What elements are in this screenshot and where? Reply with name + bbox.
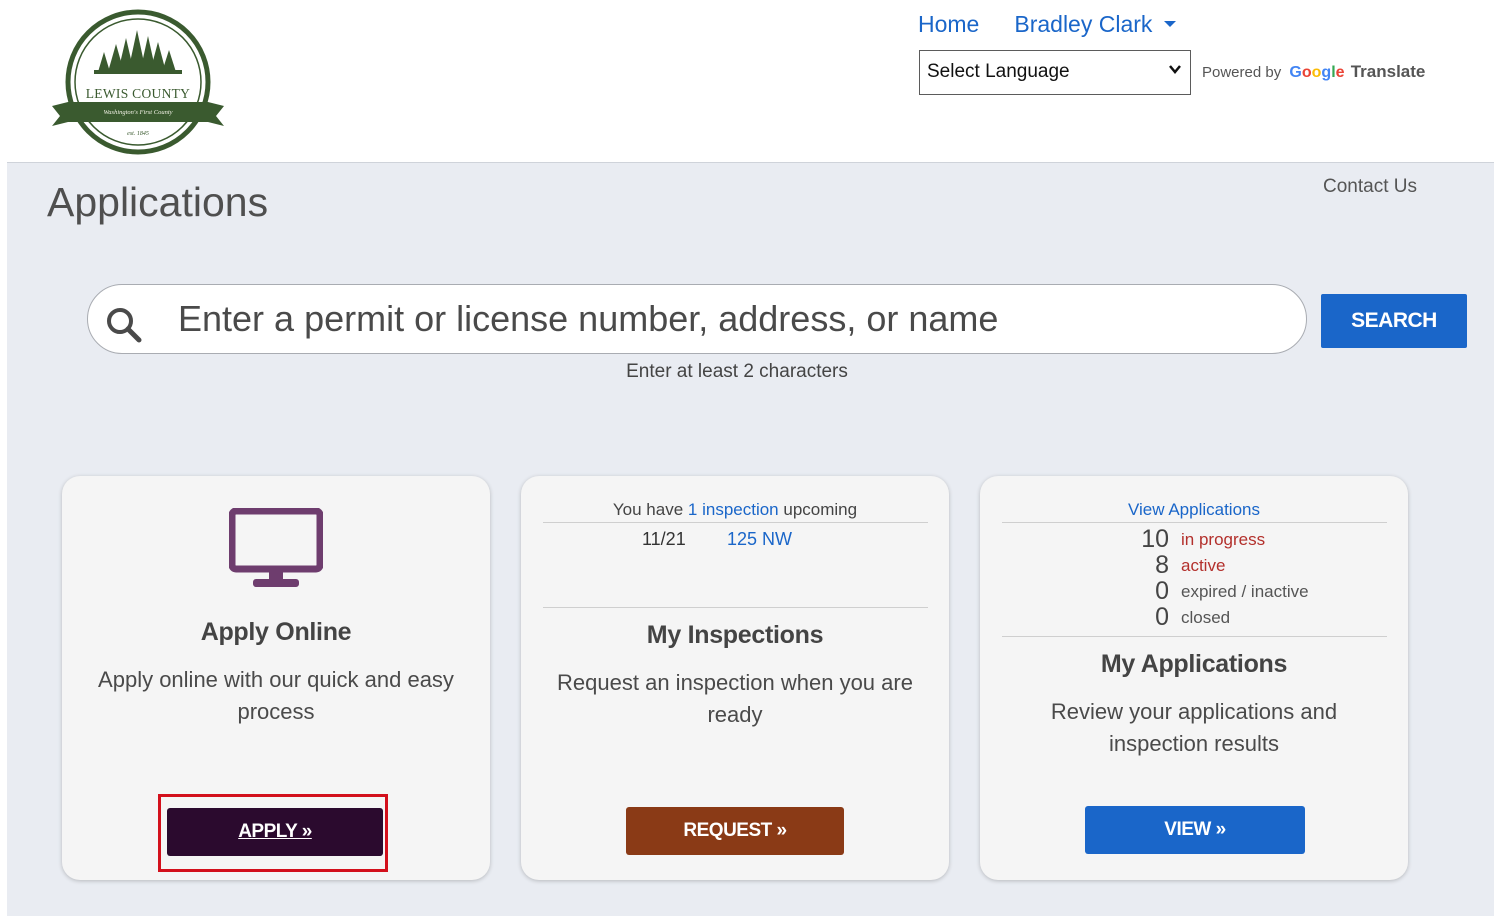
search-icon [107,308,142,343]
translate-text: Translate [1350,62,1426,81]
lewis-county-logo[interactable]: LEWIS COUNTY Washington's First County e… [46,6,230,158]
search-input[interactable] [178,297,1278,341]
my-applications-description: Review your applications and inspection … [1050,699,1338,756]
divider [543,607,928,608]
stat-closed[interactable]: 0 closed [980,604,1408,630]
summary-prefix: You have [612,500,684,519]
stat-count: 8 [1155,551,1169,579]
my-inspections-title: My Inspections [646,621,824,649]
page-title: Applications [47,179,269,225]
view-applications-link[interactable]: View Applications [1128,500,1260,519]
divider [1002,636,1387,637]
divider [543,522,928,523]
stat-count: 0 [1155,603,1169,631]
stat-active[interactable]: 8 active [980,552,1408,578]
language-select[interactable]: Select Language [919,50,1191,95]
monitor-icon [229,508,323,587]
user-menu[interactable]: Bradley Clark [1014,11,1177,38]
top-nav: Home Bradley Clark [918,11,1177,38]
stat-label: in progress [1181,530,1266,549]
stat-expired-inactive[interactable]: 0 expired / inactive [980,578,1408,604]
search-bar [87,284,1307,354]
user-name: Bradley Clark [1014,11,1153,37]
nav-home-link[interactable]: Home [918,11,979,38]
my-applications-title: My Applications [1100,650,1288,678]
main-content: SEARCH Enter at least 2 characters Apply… [7,240,1494,916]
powered-by-text: Powered by [1202,64,1282,81]
powered-by-google-translate: Powered by Google Translate [1202,62,1425,82]
language-select-value: Select Language [927,61,1070,82]
chevron-down-icon [1169,65,1181,74]
inspection-address-link[interactable]: 125 NW [727,529,792,550]
my-inspections-description: Request an inspection when you are ready [557,670,913,727]
caret-down-icon [1164,20,1177,27]
view-applications-line: View Applications [980,500,1408,520]
stat-label: closed [1181,608,1231,627]
stat-label: expired / inactive [1181,582,1309,601]
apply-online-description: Apply online with our quick and easy pro… [98,667,454,724]
search-hint: Enter at least 2 characters [626,361,848,382]
stat-in-progress[interactable]: 10 in progress [980,526,1408,552]
inspection-count-link[interactable]: 1 inspection [688,500,779,519]
logo-text: LEWIS COUNTY [85,86,191,101]
site-header: LEWIS COUNTY Washington's First County e… [0,0,1494,162]
apply-button[interactable]: APPLY » [167,808,383,856]
apply-online-card: Apply Online Apply online with our quick… [62,476,490,880]
my-applications-card: View Applications 10 in progress 8 activ… [980,476,1408,880]
inspection-date: 11/21 [642,529,686,549]
contact-us-link[interactable]: Contact Us [1323,176,1417,198]
stat-count: 0 [1155,577,1169,605]
google-logo-text[interactable]: Google [1289,64,1344,81]
logo-banner-text: Washington's First County [103,109,173,116]
my-inspections-card: You have 1 inspection upcoming 11/21 125… [521,476,949,880]
stat-count: 10 [1141,525,1169,553]
apply-online-title: Apply Online [200,618,352,646]
summary-suffix: upcoming [783,500,858,519]
page-title-bar: Applications Contact Us [7,162,1494,241]
request-button[interactable]: REQUEST » [626,807,844,855]
divider [1002,522,1387,523]
search-button[interactable]: SEARCH [1321,294,1467,348]
logo-est-text: est. 1845 [127,131,149,137]
upcoming-inspection-summary: You have 1 inspection upcoming [521,500,949,520]
stat-label: active [1181,556,1226,575]
view-button[interactable]: VIEW » [1085,806,1305,854]
